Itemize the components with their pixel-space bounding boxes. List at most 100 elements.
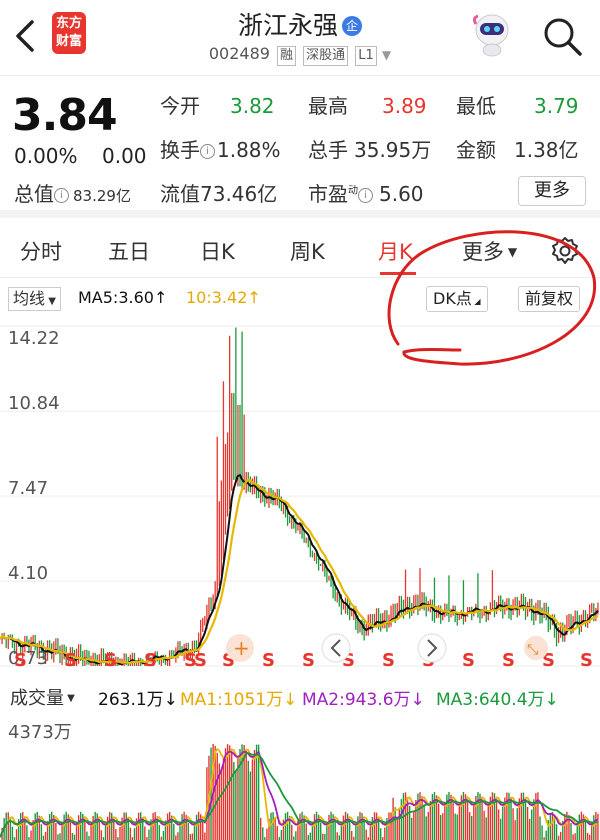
pe-sup: 动 (348, 185, 358, 197)
info-icon[interactable]: i (54, 188, 69, 203)
float-label: 流值 (160, 182, 200, 206)
vol-ma2: MA2:943.6万↓ (302, 685, 425, 710)
sell-signal-marker[interactable]: S (462, 650, 475, 671)
low-value: 3.79 (534, 94, 579, 118)
turnover-value: 1.88% (217, 138, 281, 162)
current-price: 3.84 (12, 90, 118, 141)
y-axis-label: 4.10 (8, 563, 48, 584)
mktcap-label: 总值 (14, 182, 54, 206)
y-axis-label: 14.22 (8, 328, 60, 349)
vol-text: 263.1万 (98, 690, 164, 710)
turnover-label: 换手 (160, 138, 200, 162)
ma5-value: MA5:3.60↑ (78, 288, 167, 307)
low-row: 最低 3.79 (456, 90, 579, 119)
y-axis-label: 10.84 (8, 393, 60, 414)
volume-chart[interactable]: 4373万 (0, 714, 600, 840)
vol-ma1: MA1:1051万↓ (180, 685, 297, 710)
volume-value: 35.95万 (354, 138, 432, 162)
change-amount: 0.00 (102, 144, 147, 168)
dropdown-icon: ▼ (45, 296, 56, 307)
plus-icon: + (233, 636, 250, 660)
vol-value: 263.1万↓ (98, 685, 178, 710)
arrow-down-icon: ↓ (283, 690, 298, 710)
vol-ma2-line (0, 750, 599, 838)
tag-margin: 融 (277, 46, 297, 66)
indicator-label: 均线 (13, 289, 46, 308)
tab-weekly-k[interactable]: 周K (290, 236, 325, 266)
y-axis-label: 7.47 (8, 478, 48, 499)
sell-signal-marker[interactable]: S (64, 650, 77, 671)
tag-connect: 深股通 (303, 46, 349, 66)
top-bar: 东方财富 浙江永强企 002489 融 深股通 L1 ▼ (0, 0, 600, 76)
tab-daily-k[interactable]: 日K (200, 236, 235, 266)
sell-signal-marker[interactable]: S (382, 650, 395, 671)
ma5-line (0, 473, 599, 665)
tag-level[interactable]: L1 (355, 46, 377, 66)
pe-row: 市盈动 i 5.60 (308, 178, 424, 207)
arrow-up-icon: ↑ (247, 288, 261, 307)
mktcap-value: 83.29亿 (73, 187, 131, 205)
volume-label: 成交量 (10, 688, 64, 709)
indicator-select[interactable]: 均线 ▼ (8, 287, 61, 311)
sell-signal-marker[interactable]: S (104, 650, 117, 671)
dropdown-icon: ▼ (64, 693, 75, 704)
arrow-down-icon: ↓ (544, 690, 559, 710)
open-label: 今开 (160, 94, 200, 118)
volume-max-label: 4373万 (8, 722, 72, 743)
sell-signal-marker[interactable]: S (580, 650, 593, 671)
high-value: 3.89 (382, 94, 427, 118)
change-percent: 0.00% (14, 144, 78, 168)
sell-signal-marker[interactable]: S (194, 650, 207, 671)
vol-ma3-text: MA3:640.4万 (436, 690, 545, 710)
kline-chart[interactable]: 14.2210.847.474.100.73 SSSSSSSSSSSSSSSS … (0, 316, 600, 678)
high-row: 最高 3.89 (308, 90, 427, 119)
sell-signal-marker[interactable]: S (144, 650, 157, 671)
enterprise-badge: 企 (342, 16, 362, 36)
volume-label: 总手 (308, 138, 348, 162)
annotation-circle (387, 230, 597, 366)
arrow-down-icon: ↓ (410, 690, 425, 710)
vol-ma1-text: MA1:1051万 (180, 690, 284, 710)
sell-signal-marker[interactable]: S (14, 650, 27, 671)
info-icon[interactable]: i (358, 188, 373, 203)
open-value: 3.82 (230, 94, 275, 118)
sell-signal-marker[interactable]: S (502, 650, 515, 671)
tab-five-day[interactable]: 五日 (108, 236, 150, 266)
quote-panel: 3.84 0.00% 0.00 今开 3.82 最高 3.89 最低 3.79 换手 i… (0, 76, 600, 218)
ma10-line (0, 478, 599, 664)
amount-value: 1.38亿 (514, 138, 579, 162)
dropdown-icon[interactable]: ▼ (382, 48, 391, 62)
amount-label: 金额 (456, 138, 496, 162)
turnover-row: 换手 i 1.88% (160, 134, 281, 163)
pe-label: 市盈 (308, 182, 348, 206)
search-icon[interactable] (540, 14, 584, 58)
chart-nav-left-icon[interactable] (321, 633, 351, 663)
ma10-value: 10:3.42↑ (186, 288, 261, 307)
sell-signal-marker[interactable]: S (302, 650, 315, 671)
robot-assistant-icon[interactable] (470, 10, 514, 58)
more-button[interactable]: 更多 (518, 176, 586, 206)
low-label: 最低 (456, 94, 496, 118)
pe-value: 5.60 (379, 182, 424, 206)
vol-ma2-text: MA2:943.6万 (302, 690, 411, 710)
stock-name: 浙江永强 (237, 11, 338, 40)
float-row: 流值73.46亿 (160, 178, 277, 207)
ma10-text: 10:3.42 (186, 288, 248, 307)
open-row: 今开 3.82 (160, 90, 275, 119)
mktcap-row: 总值 i 83.29亿 (14, 178, 131, 207)
tab-intraday[interactable]: 分时 (20, 236, 62, 266)
volume-indicator-select[interactable]: 成交量 ▼ (10, 684, 75, 710)
sell-signal-marker[interactable]: S (262, 650, 275, 671)
chart-nav-right-icon[interactable] (417, 633, 447, 663)
ma5-text: MA5:3.60 (78, 288, 154, 307)
arrow-up-icon: ↑ (153, 288, 168, 307)
volume-toolbar: 成交量 ▼ 263.1万↓ MA1:1051万↓ MA2:943.6万↓ MA3… (0, 680, 600, 714)
high-label: 最高 (308, 94, 348, 118)
float-value: 73.46亿 (200, 182, 278, 206)
expand-arrows-icon: ⤡ (527, 642, 538, 658)
vol-ma3: MA3:640.4万↓ (436, 685, 559, 710)
volume-row: 总手 35.95万 (308, 134, 431, 163)
arrow-down-icon: ↓ (163, 690, 178, 710)
amount-row: 金额 1.38亿 (456, 134, 579, 163)
info-icon[interactable]: i (200, 144, 215, 159)
